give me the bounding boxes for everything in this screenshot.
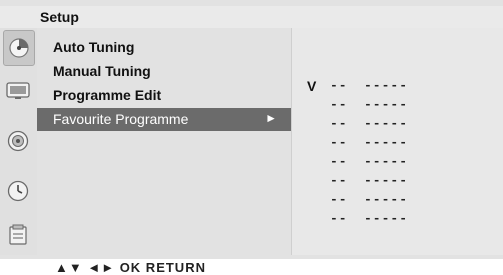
favourite-slot[interactable]: -- ----- bbox=[330, 78, 408, 93]
slot-number: -- bbox=[330, 78, 348, 93]
slot-number: -- bbox=[330, 116, 348, 131]
time-icon[interactable] bbox=[5, 178, 31, 204]
slot-name: ----- bbox=[364, 78, 409, 93]
slot-name: ----- bbox=[364, 192, 409, 207]
audio-icon[interactable] bbox=[5, 128, 31, 154]
osd-frame: Setup Auto Tuning Manual Tuning Programm… bbox=[0, 0, 503, 259]
setup-menu: Auto Tuning Manual Tuning Programme Edit… bbox=[37, 28, 291, 255]
setup-icon[interactable] bbox=[3, 30, 35, 66]
v-label: V bbox=[307, 78, 317, 94]
submenu-arrow-icon: ► bbox=[265, 111, 277, 125]
slot-number: -- bbox=[330, 154, 348, 169]
favourite-slot[interactable]: -- ----- bbox=[330, 192, 408, 207]
favourite-slot[interactable]: -- ----- bbox=[330, 154, 408, 169]
slot-number: -- bbox=[330, 97, 348, 112]
slot-number: -- bbox=[330, 173, 348, 188]
favourite-programme-panel: V -- ----- -- ----- -- ----- -- ----- -- ----… bbox=[291, 28, 503, 255]
slot-number: -- bbox=[330, 192, 348, 207]
menu-item-label: Manual Tuning bbox=[53, 63, 151, 79]
tv-picture-icon[interactable] bbox=[5, 78, 31, 104]
slot-name: ----- bbox=[364, 154, 409, 169]
slot-number: -- bbox=[330, 135, 348, 150]
favourite-slot[interactable]: -- ----- bbox=[330, 173, 408, 188]
menu-item-programme-edit[interactable]: Programme Edit bbox=[37, 84, 291, 107]
menu-item-auto-tuning[interactable]: Auto Tuning bbox=[37, 36, 291, 59]
slot-name: ----- bbox=[364, 211, 409, 226]
slot-name: ----- bbox=[364, 173, 409, 188]
slot-name: ----- bbox=[364, 116, 409, 131]
menu-header: Setup bbox=[0, 6, 503, 28]
slot-name: ----- bbox=[364, 135, 409, 150]
favourite-slot[interactable]: -- ----- bbox=[330, 116, 408, 131]
favourite-slot[interactable]: -- ----- bbox=[330, 97, 408, 112]
favourite-slot[interactable]: -- ----- bbox=[330, 135, 408, 150]
favourite-slot[interactable]: -- ----- bbox=[330, 211, 408, 226]
nav-hint: ▲▼ ◄► OK RETURN bbox=[55, 260, 206, 275]
menu-item-manual-tuning[interactable]: Manual Tuning bbox=[37, 60, 291, 83]
button-guide: ▲▼ ◄► OK RETURN bbox=[0, 259, 503, 275]
menu-item-favourite-programme[interactable]: Favourite Programme ► bbox=[37, 108, 291, 131]
slot-number: -- bbox=[330, 211, 348, 226]
option-icon[interactable] bbox=[5, 222, 31, 248]
menu-item-label: Favourite Programme bbox=[53, 111, 189, 127]
menu-item-label: Auto Tuning bbox=[53, 39, 135, 55]
menu-item-label: Programme Edit bbox=[53, 87, 162, 103]
slot-name: ----- bbox=[364, 97, 409, 112]
category-sidebar bbox=[0, 28, 38, 255]
page-title: Setup bbox=[40, 9, 79, 25]
